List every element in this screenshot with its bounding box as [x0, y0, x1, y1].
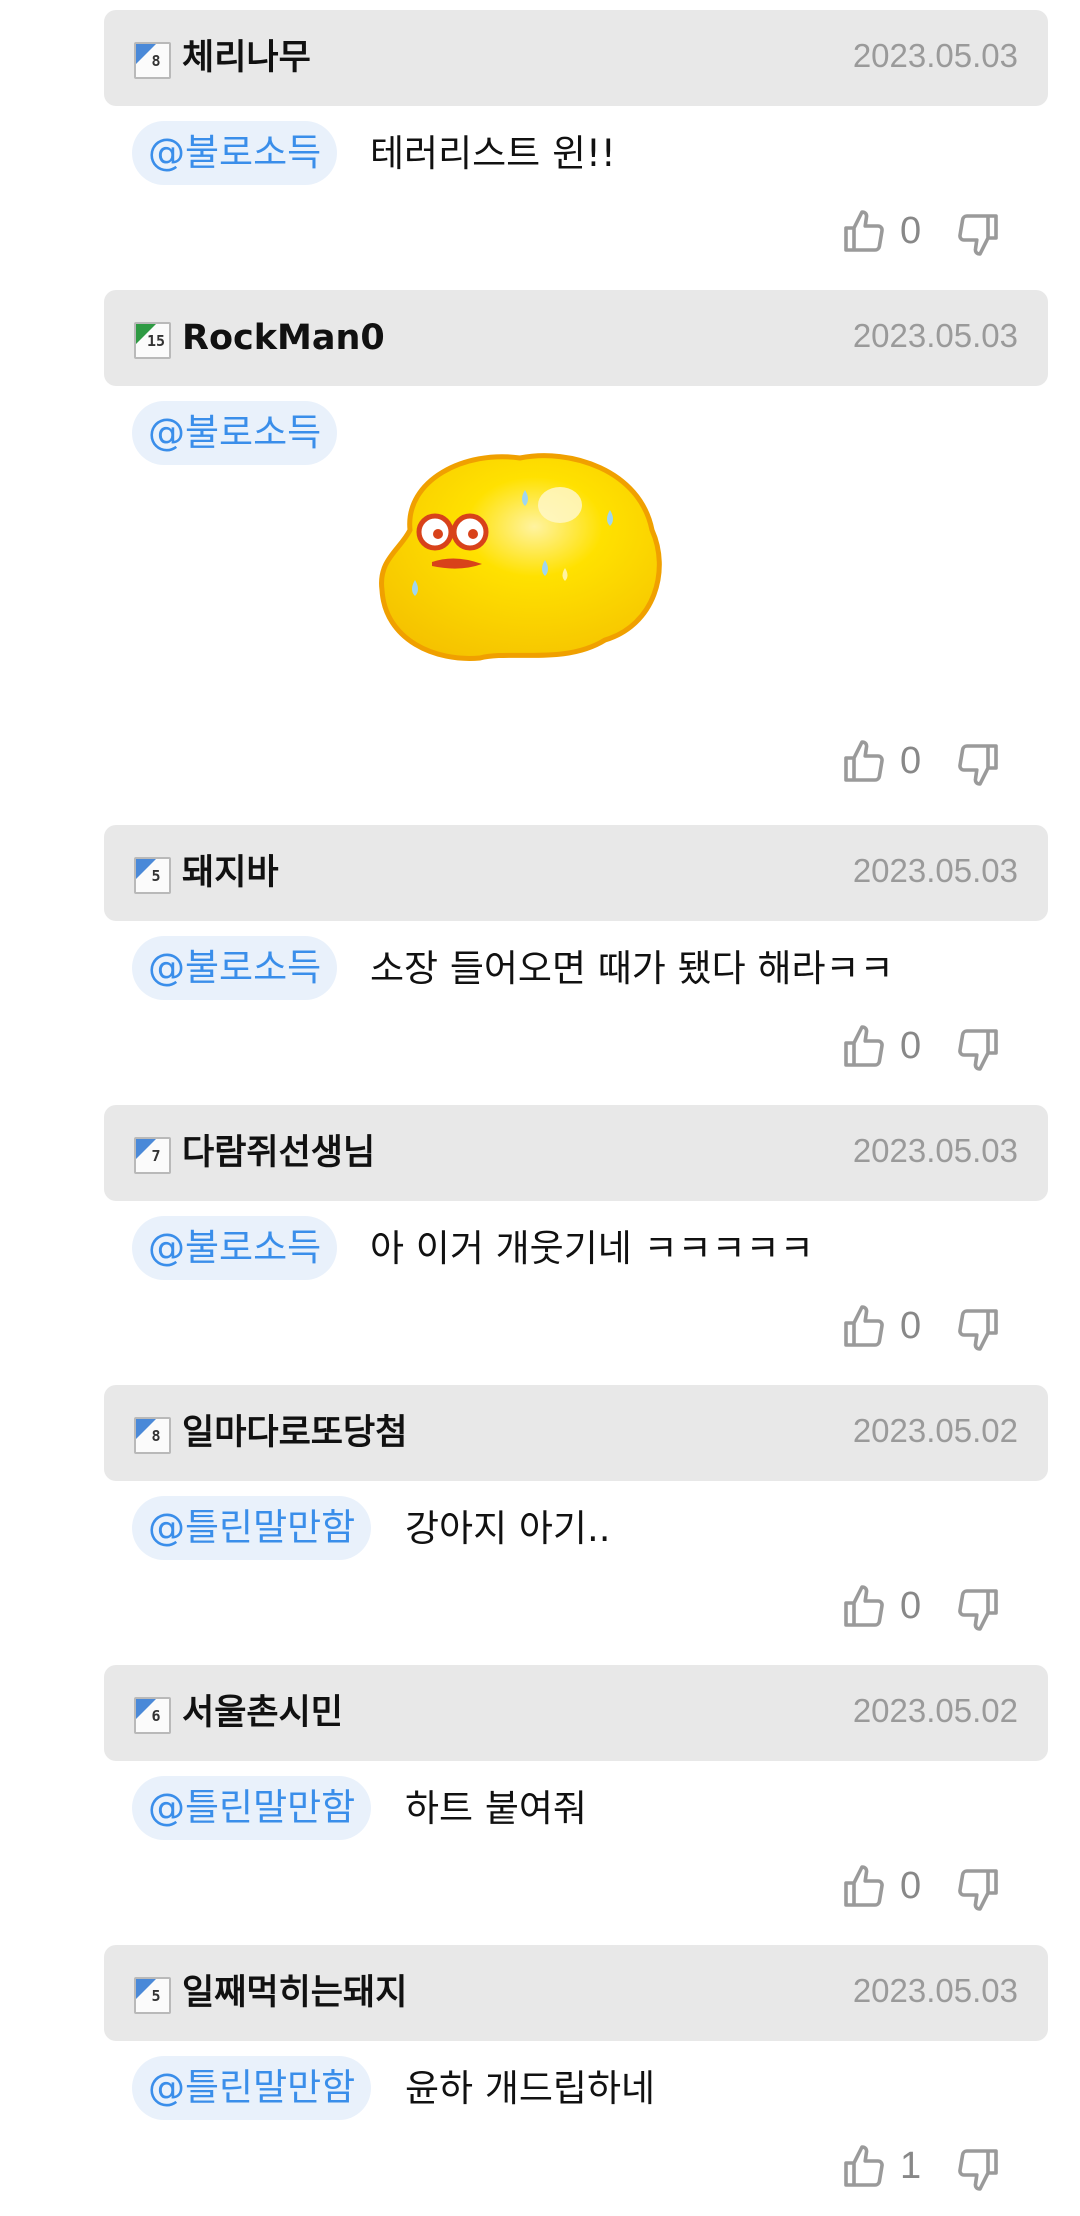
- comment-text: 강아지 아기..: [405, 1507, 611, 1550]
- comment-item: 15 RockMan0 2023.05.03 @불로소득 0: [0, 290, 1080, 810]
- thumbs-down-icon[interactable]: [954, 1304, 1002, 1354]
- vote-bar: 0: [840, 1858, 1080, 1918]
- thumbs-up-icon[interactable]: [840, 207, 888, 257]
- mention-tag[interactable]: @불로소득: [132, 936, 338, 1000]
- level-badge-icon: 5: [134, 1977, 171, 2014]
- comment-header: 8 일마다로또당첨 2023.05.02: [104, 1385, 1048, 1481]
- like-count: 0: [900, 1585, 922, 1627]
- comment-item: 5 일째먹히는돼지 2023.05.03 @틀린말만함 윤하 개드립하네 1: [0, 1945, 1080, 2216]
- thumbs-down-icon[interactable]: [954, 739, 1002, 789]
- thumbs-down-icon[interactable]: [954, 1864, 1002, 1914]
- comment-text: 아 이거 개웃기네 ㅋㅋㅋㅋㅋ: [370, 1227, 814, 1270]
- comment-date: 2023.05.03: [852, 852, 1018, 889]
- vote-bar: 0: [840, 733, 1080, 793]
- mention-tag[interactable]: @틀린말만함: [132, 2056, 372, 2120]
- comment-text: 윤하 개드립하네: [405, 2067, 656, 2110]
- mention-tag[interactable]: @틀린말만함: [132, 1776, 372, 1840]
- comment-header: 6 서울촌시민 2023.05.02: [104, 1665, 1048, 1761]
- comment-date: 2023.05.03: [852, 317, 1018, 354]
- mention-tag[interactable]: @틀린말만함: [132, 1496, 372, 1560]
- comment-header: 15 RockMan0 2023.05.03: [104, 290, 1048, 386]
- thumbs-up-icon[interactable]: [840, 737, 888, 787]
- comment-text: 하트 붙여줘: [405, 1787, 587, 1830]
- username[interactable]: 체리나무: [182, 34, 311, 82]
- username[interactable]: 다람쥐선생님: [182, 1129, 375, 1177]
- comment-header: 7 다람쥐선생님 2023.05.03: [104, 1105, 1048, 1201]
- comment-item: 7 다람쥐선생님 2023.05.03 @불로소득 아 이거 개웃기네 ㅋㅋㅋㅋ…: [0, 1105, 1080, 1375]
- like-count: 0: [900, 1305, 922, 1347]
- comment-header: 5 일째먹히는돼지 2023.05.03: [104, 1945, 1048, 2041]
- mention-tag[interactable]: @불로소득: [132, 401, 338, 465]
- level-number: 7: [151, 1147, 161, 1165]
- level-badge-icon: 8: [134, 1417, 171, 1454]
- comment-list: 8 체리나무 2023.05.03 @불로소득 테러리스트 윈!! 0 15 R…: [0, 0, 1080, 2216]
- level-badge-icon: 15: [134, 322, 171, 359]
- level-badge-icon: 8: [134, 42, 171, 79]
- username[interactable]: 서울촌시민: [182, 1689, 343, 1737]
- thumbs-up-icon[interactable]: [840, 1302, 888, 1352]
- comment-date: 2023.05.03: [852, 1132, 1018, 1169]
- comment-date: 2023.05.03: [852, 1972, 1018, 2009]
- mention-tag[interactable]: @불로소득: [132, 121, 338, 185]
- username[interactable]: 일째먹히는돼지: [182, 1969, 407, 2017]
- comment-item: 5 돼지바 2023.05.03 @불로소득 소장 들어오면 때가 됐다 해라ㅋ…: [0, 825, 1080, 1095]
- thumbs-down-icon[interactable]: [954, 209, 1002, 259]
- comment-item: 8 체리나무 2023.05.03 @불로소득 테러리스트 윈!! 0: [0, 10, 1080, 280]
- like-count: 0: [900, 210, 922, 252]
- level-number: 8: [151, 1427, 161, 1445]
- thumbs-down-icon[interactable]: [954, 2144, 1002, 2194]
- comment-header: 5 돼지바 2023.05.03: [104, 825, 1048, 921]
- vote-bar: 1: [840, 2138, 1080, 2198]
- comment-text: 테러리스트 윈!!: [370, 132, 616, 175]
- vote-bar: 0: [840, 1018, 1080, 1078]
- level-badge-icon: 7: [134, 1137, 171, 1174]
- level-number: 5: [151, 1987, 161, 2005]
- comment-date: 2023.05.02: [852, 1412, 1018, 1449]
- username[interactable]: 돼지바: [182, 849, 279, 897]
- thumbs-up-icon[interactable]: [840, 1862, 888, 1912]
- thumbs-up-icon[interactable]: [840, 2142, 888, 2192]
- sweating-yellow-blob-sticker: [379, 453, 662, 661]
- comment-header: 8 체리나무 2023.05.03: [104, 10, 1048, 106]
- thumbs-down-icon[interactable]: [954, 1024, 1002, 1074]
- thumbs-up-icon[interactable]: [840, 1022, 888, 1072]
- thumbs-up-icon[interactable]: [840, 1582, 888, 1632]
- comment-date: 2023.05.03: [852, 37, 1018, 74]
- level-number: 8: [151, 52, 161, 70]
- like-count: 0: [900, 1865, 922, 1907]
- level-number: 5: [151, 867, 161, 885]
- comment-item: 8 일마다로또당첨 2023.05.02 @틀린말만함 강아지 아기.. 0: [0, 1385, 1080, 1655]
- like-count: 1: [900, 2145, 922, 2187]
- vote-bar: 0: [840, 1578, 1080, 1638]
- thumbs-down-icon[interactable]: [954, 1584, 1002, 1634]
- like-count: 0: [900, 740, 922, 782]
- username[interactable]: RockMan0: [182, 314, 385, 362]
- comment-date: 2023.05.02: [852, 1692, 1018, 1729]
- level-badge-icon: 5: [134, 857, 171, 894]
- mention-tag[interactable]: @불로소득: [132, 1216, 338, 1280]
- comment-item: 6 서울촌시민 2023.05.02 @틀린말만함 하트 붙여줘 0: [0, 1665, 1080, 1935]
- vote-bar: 0: [840, 1298, 1080, 1358]
- level-number: 15: [146, 332, 166, 350]
- username[interactable]: 일마다로또당첨: [182, 1409, 407, 1457]
- vote-bar: 0: [840, 203, 1080, 263]
- level-badge-icon: 6: [134, 1697, 171, 1734]
- comment-text: 소장 들어오면 때가 됐다 해라ㅋㅋ: [370, 947, 894, 990]
- like-count: 0: [900, 1025, 922, 1067]
- level-number: 6: [151, 1707, 161, 1725]
